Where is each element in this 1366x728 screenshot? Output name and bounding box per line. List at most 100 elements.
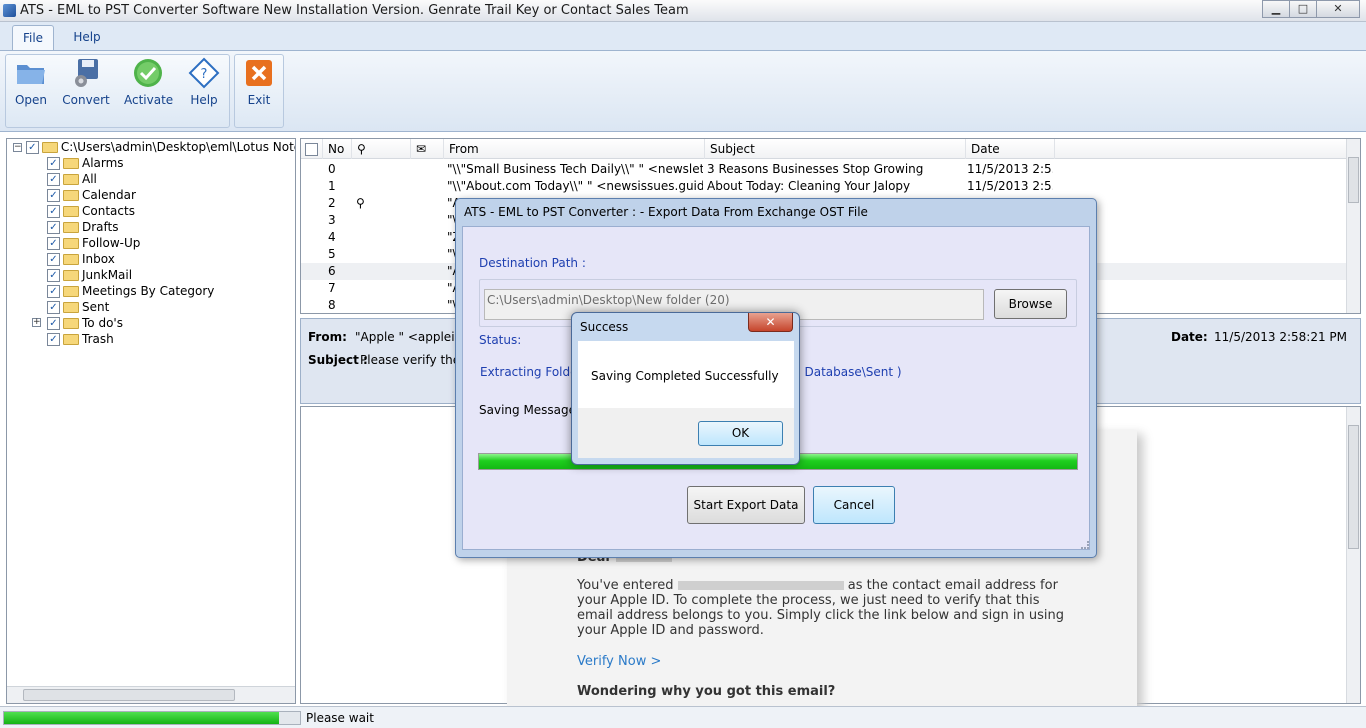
list-vertical-scrollbar[interactable] — [1346, 139, 1360, 313]
cancel-button[interactable]: Cancel — [813, 486, 895, 524]
tree-item-label: Inbox — [82, 252, 115, 266]
activate-button[interactable]: Activate — [124, 57, 173, 107]
folder-open-icon — [15, 57, 47, 89]
tree-item-label: Trash — [82, 332, 114, 346]
checkbox-icon[interactable]: ✓ — [47, 269, 60, 282]
checkbox-icon[interactable]: ✓ — [47, 221, 60, 234]
help-button[interactable]: ? Help — [182, 57, 226, 107]
success-title: Success — [580, 320, 629, 334]
checkbox-icon[interactable]: ✓ — [47, 173, 60, 186]
checkbox-icon[interactable]: ✓ — [47, 301, 60, 314]
redacted-email — [677, 581, 844, 590]
checkbox-icon[interactable]: ✓ — [47, 253, 60, 266]
row-from: "\\"Small Business Tech Daily\\" " <news… — [447, 162, 703, 176]
table-row[interactable]: 1 "\\"About.com Today\\" " <newsissues.gu… — [301, 178, 1347, 195]
tree-item-label: To do's — [82, 316, 123, 330]
row-number: 5 — [328, 247, 336, 261]
verify-now-link[interactable]: Verify Now > — [577, 654, 661, 669]
tab-file[interactable]: File — [12, 25, 54, 50]
attachment-header-icon[interactable]: ⚲ — [353, 139, 411, 159]
date-label: Date: — [1171, 330, 1208, 344]
browse-button[interactable]: Browse — [994, 289, 1067, 319]
tree-item[interactable]: ✓ Drafts — [47, 219, 119, 235]
tree-item[interactable]: ✓ Alarms — [47, 155, 124, 171]
status-label: Status: — [479, 333, 522, 347]
tree-item[interactable]: ✓ Trash — [47, 331, 114, 347]
success-message: Saving Completed Successfully — [591, 369, 779, 383]
checkbox-icon[interactable]: ✓ — [47, 205, 60, 218]
folder-tree: − ✓C:\Users\admin\Desktop\eml\Lotus Note… — [6, 138, 296, 704]
exit-button[interactable]: Exit — [240, 57, 278, 107]
tree-item[interactable]: ✓ All — [47, 171, 97, 187]
tree-item[interactable]: ✓ JunkMail — [47, 267, 132, 283]
resize-grip-icon[interactable] — [1081, 541, 1089, 549]
folder-icon — [41, 142, 58, 153]
tree-item-label: Sent — [82, 300, 110, 314]
tree-item-label: Meetings By Category — [82, 284, 215, 298]
ok-button[interactable]: OK — [698, 421, 783, 446]
checkbox-icon[interactable]: ✓ — [47, 157, 60, 170]
scroll-thumb[interactable] — [1348, 425, 1359, 549]
subject-label: Subject : — [308, 353, 368, 367]
table-row[interactable]: 0 "\\"Small Business Tech Daily\\" " <new… — [301, 161, 1347, 178]
tab-help[interactable]: Help — [72, 25, 102, 50]
header-date[interactable]: Date — [967, 139, 1055, 159]
tree-item[interactable]: ✓ Follow-Up — [47, 235, 140, 251]
tree-item-label: All — [82, 172, 97, 186]
title-bar: ATS - EML to PST Converter Software New … — [0, 0, 1366, 22]
close-window-button[interactable]: ✕ — [1316, 0, 1360, 18]
success-close-button[interactable]: ✕ — [748, 313, 793, 332]
row-number: 8 — [328, 298, 336, 312]
checkbox-icon[interactable]: ✓ — [25, 141, 39, 154]
tree-item[interactable]: ✓ Calendar — [47, 187, 136, 203]
checkbox-icon[interactable]: ✓ — [47, 317, 60, 330]
header-subject[interactable]: Subject — [706, 139, 966, 159]
row-number: 1 — [328, 179, 336, 193]
extracting-folder-suffix: il Database\Sent ) — [794, 365, 902, 379]
row-number: 2 — [328, 196, 336, 210]
date-value: 11/5/2013 2:58:21 PM — [1214, 330, 1348, 344]
row-from: "\\"About.com Today\\" " <newsissues.gui… — [447, 179, 703, 193]
row-number: 3 — [328, 213, 336, 227]
tree-item[interactable]: + ✓ To do's — [32, 315, 123, 331]
tree-root[interactable]: − ✓C:\Users\admin\Desktop\eml\Lotus Note… — [13, 139, 295, 155]
email-question: Wondering why you got this email? — [577, 684, 836, 699]
tree-item-label: Drafts — [82, 220, 119, 234]
tree-item[interactable]: ✓ Meetings By Category — [47, 283, 214, 299]
row-number: 4 — [328, 230, 336, 244]
scroll-thumb[interactable] — [23, 689, 235, 701]
expand-icon[interactable]: + — [32, 318, 41, 327]
checkbox-icon[interactable]: ✓ — [47, 285, 60, 298]
maximize-button[interactable]: □ — [1289, 0, 1317, 18]
header-from[interactable]: From — [445, 139, 705, 159]
folder-icon — [63, 286, 79, 297]
menu-bar — [0, 22, 1366, 50]
folder-icon — [63, 222, 79, 233]
start-export-button[interactable]: Start Export Data — [687, 486, 805, 524]
select-all-checkbox[interactable] — [305, 143, 318, 156]
tree-item[interactable]: ✓ Contacts — [47, 203, 135, 219]
envelope-header-icon[interactable]: ✉ — [412, 139, 444, 159]
email-paragraph: You've entered as the contact email addr… — [577, 578, 1064, 638]
checkbox-icon[interactable]: ✓ — [47, 189, 60, 202]
tree-horizontal-scrollbar[interactable] — [7, 686, 295, 703]
folder-icon — [63, 254, 79, 265]
body-vertical-scrollbar[interactable] — [1346, 407, 1360, 703]
checkbox-icon[interactable]: ✓ — [47, 333, 60, 346]
folder-icon — [63, 190, 79, 201]
help-diamond-icon: ? — [188, 57, 220, 89]
status-progress-fill — [4, 712, 280, 724]
collapse-icon[interactable]: − — [13, 143, 22, 152]
folder-icon — [63, 158, 79, 169]
convert-button[interactable]: Convert — [62, 57, 110, 107]
checkbox-icon[interactable]: ✓ — [47, 237, 60, 250]
convert-disk-icon — [70, 57, 102, 89]
open-button[interactable]: Open — [10, 57, 52, 107]
header-no[interactable]: No — [324, 139, 352, 159]
tree-item[interactable]: ✓ Inbox — [47, 251, 115, 267]
row-number: 6 — [328, 264, 336, 278]
tree-item-label: Calendar — [82, 188, 136, 202]
scroll-thumb[interactable] — [1348, 157, 1359, 203]
tree-item[interactable]: ✓ Sent — [47, 299, 109, 315]
minimize-button[interactable]: ▁ — [1262, 0, 1290, 18]
